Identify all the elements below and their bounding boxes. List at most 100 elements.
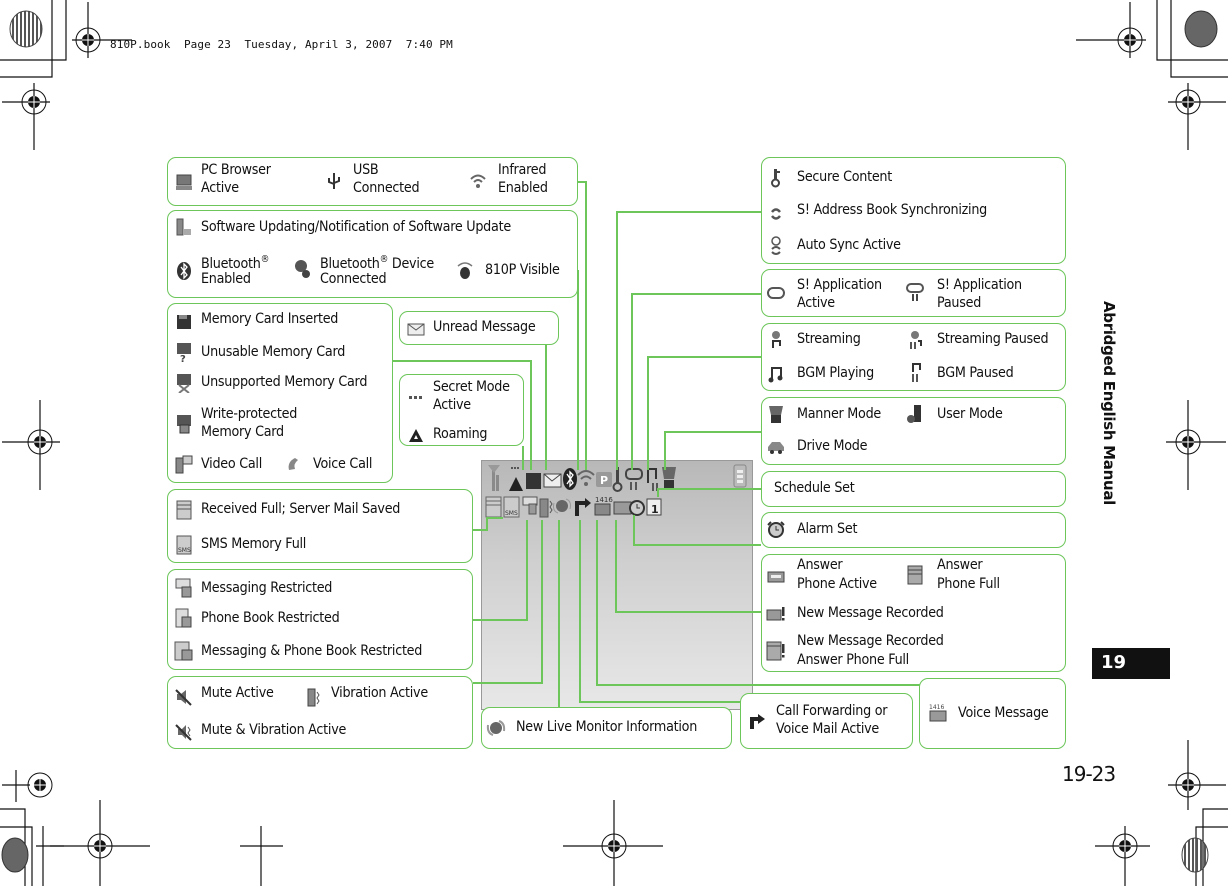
memory-card-group: Memory Card Inserted ? Unusable Memory C…: [167, 303, 393, 483]
answer-phone-active-label: Answer: [797, 557, 843, 573]
phone-screen: P SMS 1416 1: [481, 460, 753, 710]
music-paused-icon: [647, 468, 658, 491]
battery-icon: [733, 464, 747, 488]
messaging-restricted-label: Messaging Restricted: [201, 580, 333, 596]
answer-phone-group: Answer Phone Active Answer Phone Full Ne…: [761, 554, 1066, 672]
messaging-phonebook-lock-icon: [174, 641, 194, 661]
bgm-paused-label: BGM Paused: [937, 365, 1014, 381]
vibration-label: Vibration Active: [331, 685, 428, 701]
gamepad-paused-icon: [625, 468, 643, 490]
schedule-set-label: Schedule Set: [774, 480, 855, 496]
memory-card-unusable-label: Unusable Memory Card: [201, 344, 346, 360]
received-full-label: Received Full; Server Mail Saved: [201, 501, 401, 517]
user-mode-label: User Mode: [937, 406, 1003, 422]
call-forwarding-group: Call Forwarding or Voice Mail Active: [740, 693, 913, 749]
manner-mode-icon: [766, 404, 786, 424]
media-group: Streaming Streaming Paused BGM Playing B…: [761, 323, 1066, 391]
phonebook-restricted-label: Phone Book Restricted: [201, 610, 340, 626]
pc-browser-label: PC Browser: [201, 162, 271, 178]
voice-call-icon: [285, 454, 305, 474]
usb-label: USB: [353, 162, 379, 178]
video-call-label: Video Call: [201, 456, 262, 472]
answer-phone-new-icon: [766, 604, 786, 624]
usb-label-2: Connected: [353, 180, 420, 196]
answer-phone-full-label-2: Phone Full: [937, 576, 1000, 592]
messaging-lock-icon: [174, 578, 194, 598]
vibration-icon: [539, 498, 553, 518]
gamepad-icon: [766, 283, 786, 303]
envelope-icon: [406, 319, 426, 339]
answer-phone-full-label: Answer: [937, 557, 983, 573]
mute-vibration-label: Mute & Vibration Active: [201, 722, 347, 738]
secret-roaming-group: Secret Mode Active Roaming: [399, 374, 524, 446]
alarm-group: Alarm Set: [761, 512, 1066, 548]
memory-card-locked-icon: [174, 414, 194, 434]
call-forwarding-label-2: Voice Mail Active: [776, 721, 879, 737]
mute-label: Mute Active: [201, 685, 274, 701]
bt-device-label: Bluetooth® Device: [320, 254, 434, 272]
roaming-icon: [509, 467, 523, 491]
voice-message-label: Voice Message: [958, 705, 1049, 721]
memory-card-unusable-icon: ?: [174, 342, 194, 362]
svg-text:?: ?: [180, 354, 186, 362]
usb-icon: [324, 171, 344, 191]
svg-text:1416: 1416: [595, 496, 613, 504]
memory-card-icon: [526, 473, 541, 489]
memory-card-icon: [174, 312, 194, 332]
answer-phone-new-full-icon: [766, 641, 786, 661]
svg-text:SMS: SMS: [505, 510, 518, 517]
bluetooth-device-icon: [293, 259, 313, 279]
secret-mode-icon: [406, 387, 426, 407]
bt-enabled-label-2: Enabled: [201, 271, 251, 287]
car-icon: [766, 437, 786, 457]
streaming-paused-label: Streaming Paused: [937, 331, 1049, 347]
page-number: 19-23: [1062, 762, 1116, 786]
write-protected-label-2: Memory Card: [201, 424, 284, 440]
app-active-label: S! Application: [797, 277, 882, 293]
key-icon: [766, 168, 786, 188]
music-paused-icon: [905, 362, 925, 382]
bluetooth-group: Software Updating/Notification of Softwa…: [167, 210, 578, 298]
vibration-icon: [303, 687, 323, 707]
live-monitor-icon: [553, 498, 571, 514]
envelope-icon: [543, 473, 562, 488]
mute-icon: [174, 687, 194, 707]
software-update-label: Software Updating/Notification of Softwa…: [201, 219, 511, 235]
app-group: S! Application Active S! Application Pau…: [761, 269, 1066, 317]
answer-phone-icon: [613, 501, 632, 515]
unread-message-label: Unread Message: [433, 319, 536, 335]
bluetooth-icon: [563, 468, 577, 490]
messaging-lock-icon: [522, 496, 538, 515]
phonebook-lock-icon: [174, 608, 194, 628]
mute-vibration-icon: [174, 722, 194, 742]
infrared-label: Infrared: [498, 162, 547, 178]
voice-message-icon: 1416: [594, 496, 613, 516]
voice-call-label: Voice Call: [313, 456, 373, 472]
bt-device-label-2: Connected: [320, 271, 387, 287]
connectivity-group: PC Browser Active USB Connected Infrared…: [167, 157, 578, 206]
streaming-icon: [766, 330, 786, 350]
call-forward-icon: [747, 711, 767, 731]
call-forwarding-label: Call Forwarding or: [776, 703, 888, 719]
streaming-paused-icon: [905, 330, 925, 350]
streaming-label: Streaming: [797, 331, 861, 347]
secret-mode-label-2: Active: [433, 397, 471, 413]
secure-content-label: Secure Content: [797, 169, 892, 185]
gamepad-paused-icon: [905, 282, 925, 302]
music-note-icon: [766, 364, 786, 384]
key-icon: [612, 467, 623, 492]
answer-phone-active-label-2: Phone Active: [797, 576, 877, 592]
app-active-label-2: Active: [797, 295, 835, 311]
voice-message-group: 1416 Voice Message: [919, 678, 1066, 749]
alarm-clock-icon: [766, 520, 786, 540]
infrared-label-2: Enabled: [498, 180, 548, 196]
memory-card-unsupported-label: Unsupported Memory Card: [201, 374, 368, 390]
live-monitor-icon: [486, 718, 506, 738]
video-call-icon: [174, 454, 194, 474]
modes-group: Manner Mode User Mode Drive Mode: [761, 397, 1066, 465]
auto-sync-label: Auto Sync Active: [797, 237, 901, 253]
new-message-recorded-label: New Message Recorded: [797, 605, 944, 621]
bt-enabled-label: Bluetooth®: [201, 254, 270, 272]
calendar-icon: 1: [646, 498, 662, 516]
app-paused-label: S! Application: [937, 277, 1022, 293]
